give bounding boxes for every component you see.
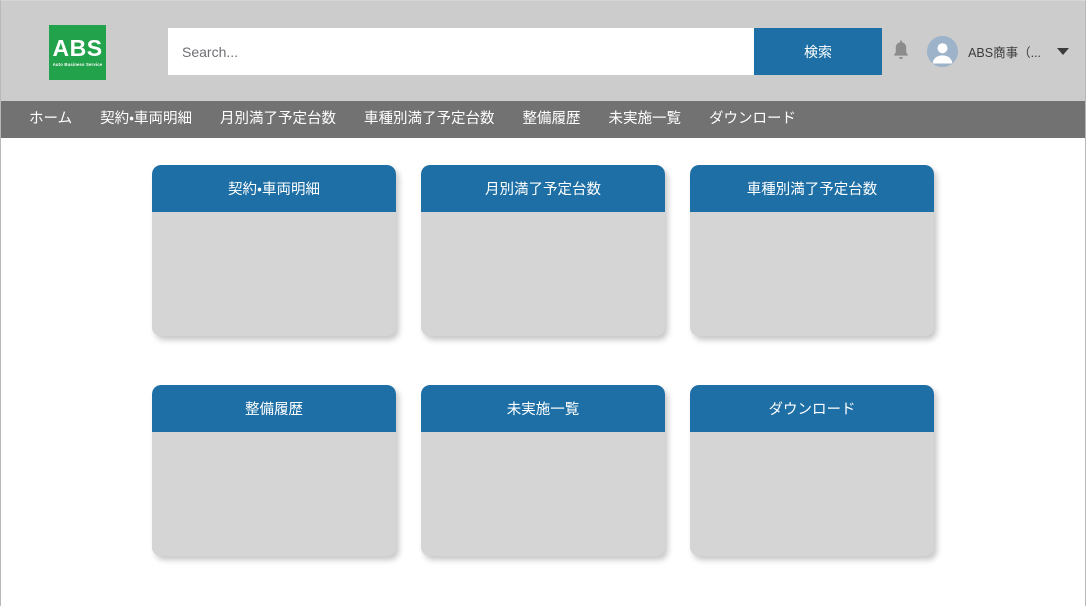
card-title: 契約・車両明細 [152, 165, 396, 212]
nav-item-not-implemented-list[interactable]: 未実施一覧 [595, 101, 696, 138]
card-body [152, 212, 396, 336]
card-title: 車種別満了予定台数 [690, 165, 934, 212]
nav-item-download[interactable]: ダウンロード [695, 101, 810, 138]
nav-item-maintenance-history[interactable]: 整備履歴 [509, 101, 595, 138]
nav-item-monthly-expiry-count[interactable]: 月別満了予定台数 [206, 101, 350, 138]
dashboard-card-grid: 契約・車両明細 月別満了予定台数 車種別満了予定台数 整備履歴 未実施一覧 ダウ [150, 165, 936, 556]
logo-main-text: ABS [52, 35, 103, 62]
card-title: 未実施一覧 [421, 385, 665, 432]
person-avatar-icon[interactable] [927, 35, 959, 67]
abs-logo[interactable]: ABS Auto Business Service [49, 25, 106, 80]
app-window: ABS Auto Business Service 検索 [0, 0, 1086, 606]
card-body [421, 432, 665, 556]
card-body [152, 432, 396, 556]
search-button[interactable]: 検索 [754, 28, 882, 75]
user-name-label[interactable]: ABS商事（... [968, 42, 1041, 61]
logo-sub-text: Auto Business Service [52, 62, 103, 68]
main-navigation: ホーム 契約・車両明細 月別満了予定台数 車種別満了予定台数 整備履歴 未実施一… [1, 101, 1085, 138]
card-maintenance-history[interactable]: 整備履歴 [152, 385, 396, 556]
card-model-expiry-count[interactable]: 車種別満了予定台数 [690, 165, 934, 336]
header-right-group: ABS商事（... [889, 1, 1069, 101]
card-contract-vehicle-details[interactable]: 契約・車両明細 [152, 165, 396, 336]
card-title: 整備履歴 [152, 385, 396, 432]
top-header: ABS Auto Business Service 検索 [1, 1, 1085, 101]
main-content: 契約・車両明細 月別満了予定台数 車種別満了予定台数 整備履歴 未実施一覧 ダウ [1, 138, 1085, 606]
card-body [421, 212, 665, 336]
card-title: ダウンロード [690, 385, 934, 432]
nav-item-home[interactable]: ホーム [15, 101, 86, 138]
card-body [690, 432, 934, 556]
card-monthly-expiry-count[interactable]: 月別満了予定台数 [421, 165, 665, 336]
bell-icon[interactable] [889, 38, 913, 64]
card-body [690, 212, 934, 336]
nav-item-model-expiry-count[interactable]: 車種別満了予定台数 [350, 101, 509, 138]
card-download[interactable]: ダウンロード [690, 385, 934, 556]
chevron-down-icon[interactable] [1057, 47, 1069, 55]
nav-item-contract-vehicle-details[interactable]: 契約・車両明細 [86, 101, 206, 138]
search-input[interactable] [168, 28, 754, 75]
card-not-implemented-list[interactable]: 未実施一覧 [421, 385, 665, 556]
search-group: 検索 [168, 28, 882, 75]
card-title: 月別満了予定台数 [421, 165, 665, 212]
